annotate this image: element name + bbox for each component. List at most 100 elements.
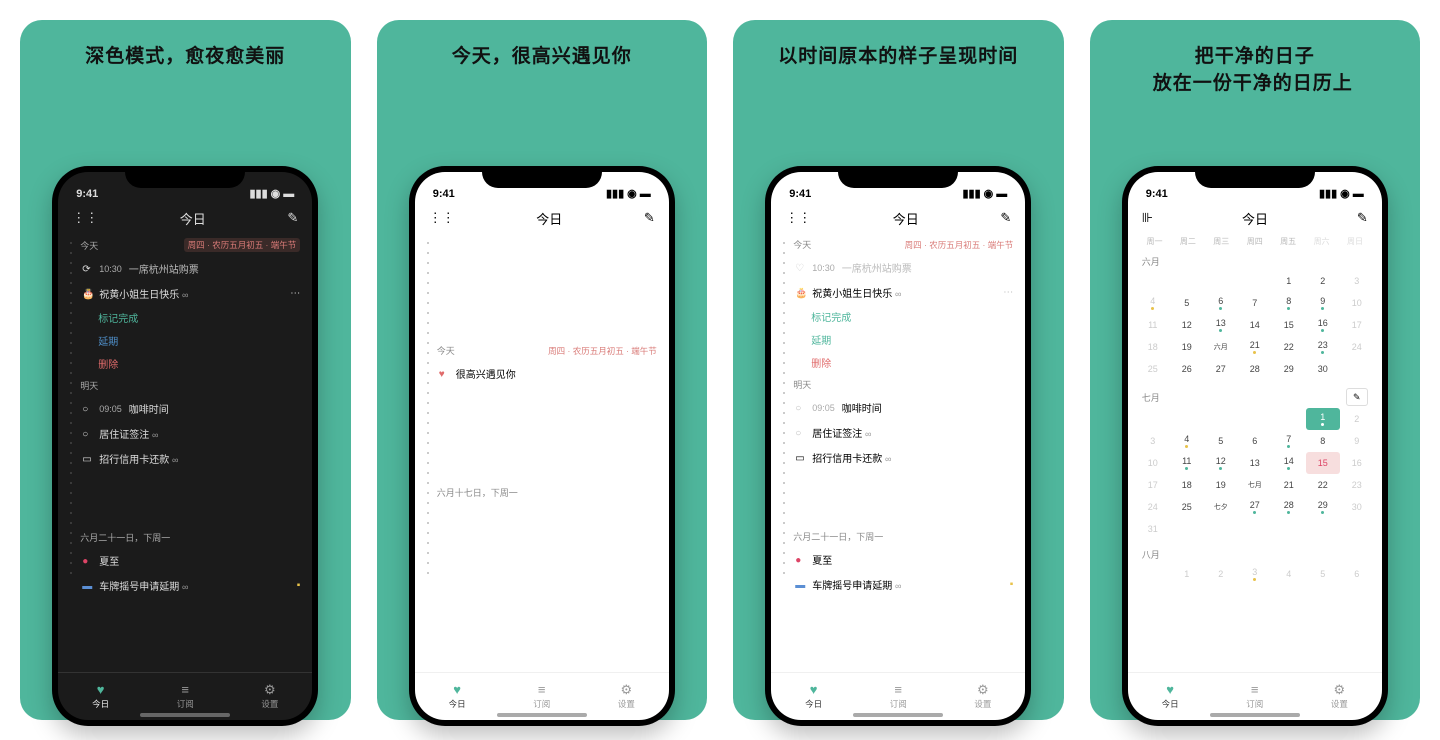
tomorrow-section-head: 明天 [771, 374, 1025, 395]
more-icon[interactable]: ⋯ [1003, 287, 1013, 298]
headline: 以时间原本的样子呈现时间 [778, 44, 1018, 71]
tab-settings[interactable]: ⚙设置 [261, 683, 278, 710]
chart-icon[interactable]: ⊪ [1142, 210, 1153, 226]
promo-panel-dark: 深色模式，愈夜愈美丽 9:41 ▮▮▮◉▬ ⋮⋮ 今日 ✎ 今天 周四 · 农历… [20, 20, 351, 720]
tab-today[interactable]: ♥今日 [449, 683, 466, 710]
event-row-birthday[interactable]: 🎂祝黄小姐生日快乐 ∞⋯ [771, 280, 1025, 305]
tab-subs[interactable]: ≡订阅 [1246, 683, 1263, 710]
today-section-head: 今天 周四 · 农历五月初五 · 端午节 [58, 234, 312, 256]
calendar-grid-june: 123 45678910 11121314151617 1819六月212223… [1128, 270, 1382, 380]
menu-delete[interactable]: 删除 [771, 351, 1025, 374]
list-icon: ≡ [894, 683, 902, 696]
note-icon: ▪ [1010, 579, 1014, 590]
wifi-icon: ◉ [1340, 187, 1350, 200]
app-screen: 9:41 ▮▮▮◉▬ ⋮⋮ 今日 ✎ 今天 周四 · 农历五月初五 · 端午节 … [58, 172, 312, 720]
gear-icon: ⚙ [621, 683, 633, 696]
event-row[interactable]: ○09:05咖啡时间 [58, 396, 312, 421]
menu-delay[interactable]: 延期 [771, 328, 1025, 351]
battery-icon: ▬ [640, 188, 651, 200]
tab-today[interactable]: ♥今日 [805, 683, 822, 710]
month-head-july: 七月 ✎ [1128, 380, 1382, 408]
tab-subs[interactable]: ≡订阅 [533, 683, 550, 710]
grid-icon[interactable]: ⋮⋮ [72, 210, 98, 226]
signal-icon: ▮▮▮ [249, 187, 267, 200]
event-row[interactable]: ▭招行信用卡还款 ∞ [771, 445, 1025, 470]
event-row[interactable]: ▬车牌摇号申请延期 ∞▪ [771, 572, 1025, 597]
circle-icon: ○ [795, 428, 805, 438]
event-row[interactable]: ●夏至 [771, 547, 1025, 572]
phone-frame: 9:41▮▮▮◉▬ ⊪今日✎ 周一周二周三周四周五周六周日 六月 123 456… [1122, 166, 1388, 726]
tab-settings[interactable]: ⚙设置 [1331, 683, 1348, 710]
phone-frame: 9:41 ▮▮▮◉▬ ⋮⋮ 今日 ✎ 今天 周四 · 农历五月初五 · 端午节 … [52, 166, 318, 726]
grid-icon[interactable]: ⋮⋮ [785, 210, 811, 226]
drop-icon: ● [795, 555, 805, 565]
event-row[interactable]: ○09:05咖啡时间 [771, 395, 1025, 420]
gear-icon: ⚙ [977, 683, 989, 696]
calendar-grid-aug: 123456 [1128, 563, 1382, 585]
battery-icon: ▬ [1353, 188, 1364, 200]
app-screen: 9:41▮▮▮◉▬ ⋮⋮今日✎ 今天周四 · 农历五月初五 · 端午节 ♡10:… [771, 172, 1025, 720]
event-row[interactable]: ▭招行信用卡还款 ∞ [58, 446, 312, 471]
event-row[interactable]: ▬车牌摇号申请延期 ∞▪ [58, 573, 312, 598]
menu-mark-done[interactable]: 标记完成 [58, 306, 312, 329]
signal-icon: ▮▮▮ [962, 187, 980, 200]
tab-today[interactable]: ♥今日 [1162, 683, 1179, 710]
today-section-head: 今天 周四 · 农历五月初五 · 端午节 [415, 234, 669, 361]
phone-frame: 9:41▮▮▮◉▬ ⋮⋮今日✎ 今天 周四 · 农历五月初五 · 端午节 ♥很高… [409, 166, 675, 726]
event-row-done[interactable]: ⟳ 10:30 一席杭州站购票 [58, 256, 312, 281]
calendar-grid-july: 12 3456789 10111213141516 171819七月212223… [1128, 408, 1382, 540]
grid-icon[interactable]: ⋮⋮ [429, 210, 455, 226]
greeting-row[interactable]: ♥很高兴遇见你 [415, 361, 669, 386]
home-indicator[interactable] [140, 713, 230, 717]
heart-icon: ♥ [1166, 683, 1174, 696]
event-row[interactable]: ○居住证签注 ∞ [771, 420, 1025, 445]
tab-settings[interactable]: ⚙设置 [618, 683, 635, 710]
edit-icon[interactable]: ✎ [1357, 210, 1368, 226]
more-icon[interactable]: ⋯ [290, 288, 300, 299]
tomorrow-section-head: 明天 [58, 375, 312, 396]
phone-frame: 9:41▮▮▮◉▬ ⋮⋮今日✎ 今天周四 · 农历五月初五 · 端午节 ♡10:… [765, 166, 1031, 726]
edit-icon[interactable]: ✎ [1000, 210, 1011, 226]
promo-panel-greeting: 今天，很高兴遇见你 9:41▮▮▮◉▬ ⋮⋮今日✎ 今天 周四 · 农历五月初五… [377, 20, 708, 720]
battery-icon: ▬ [996, 188, 1007, 200]
circle-icon: ○ [82, 429, 92, 439]
promo-panel-timeline: 以时间原本的样子呈现时间 9:41▮▮▮◉▬ ⋮⋮今日✎ 今天周四 · 农历五月… [733, 20, 1064, 720]
event-row-done[interactable]: ♡10:30一席杭州站购票 [771, 255, 1025, 280]
menu-mark-done[interactable]: 标记完成 [771, 305, 1025, 328]
circle-icon: ○ [795, 403, 805, 413]
menu-delete[interactable]: 删除 [58, 352, 312, 375]
menu-delay[interactable]: 延期 [58, 329, 312, 352]
headline: 深色模式，愈夜愈美丽 [85, 44, 285, 71]
wifi-icon: ◉ [627, 187, 637, 200]
future-section-head: 六月二十一日，下周一 [58, 471, 312, 548]
tab-settings[interactable]: ⚙设置 [974, 683, 991, 710]
month-label: 八月 [1128, 540, 1382, 563]
circle-icon: ○ [82, 404, 92, 414]
drop-icon: ● [82, 556, 92, 566]
event-row-birthday[interactable]: 🎂 祝黄小姐生日快乐 ∞ ⋯ [58, 281, 312, 306]
wifi-icon: ◉ [271, 187, 281, 200]
list-icon: ≡ [538, 683, 546, 696]
edit-icon[interactable]: ✎ [644, 210, 655, 226]
card-icon: ▭ [82, 454, 92, 464]
status-time: 9:41 [76, 188, 98, 200]
event-row[interactable]: ○居住证签注 ∞ [58, 421, 312, 446]
check-icon: ⟳ [82, 264, 92, 274]
today-section-head: 今天周四 · 农历五月初五 · 端午节 [771, 234, 1025, 255]
tab-subs[interactable]: ≡订阅 [177, 683, 194, 710]
status-right: ▮▮▮◉▬ [249, 187, 294, 200]
tab-today[interactable]: ♥今日 [92, 683, 109, 710]
gear-icon: ⚙ [264, 683, 276, 696]
tag-icon: ▬ [82, 581, 92, 591]
event-row[interactable]: ●夏至 [58, 548, 312, 573]
edit-icon[interactable]: ✎ [287, 210, 298, 226]
heart-icon: ♥ [810, 683, 818, 696]
list-icon: ≡ [1251, 683, 1259, 696]
list-icon: ≡ [181, 683, 189, 696]
tab-subs[interactable]: ≡订阅 [890, 683, 907, 710]
tag-icon: ▬ [795, 580, 805, 590]
signal-icon: ▮▮▮ [606, 187, 624, 200]
headline: 把干净的日子 放在一份干净的日历上 [1153, 44, 1357, 97]
weekday-row: 周一周二周三周四周五周六周日 [1128, 236, 1382, 247]
edit-month-button[interactable]: ✎ [1346, 388, 1368, 406]
